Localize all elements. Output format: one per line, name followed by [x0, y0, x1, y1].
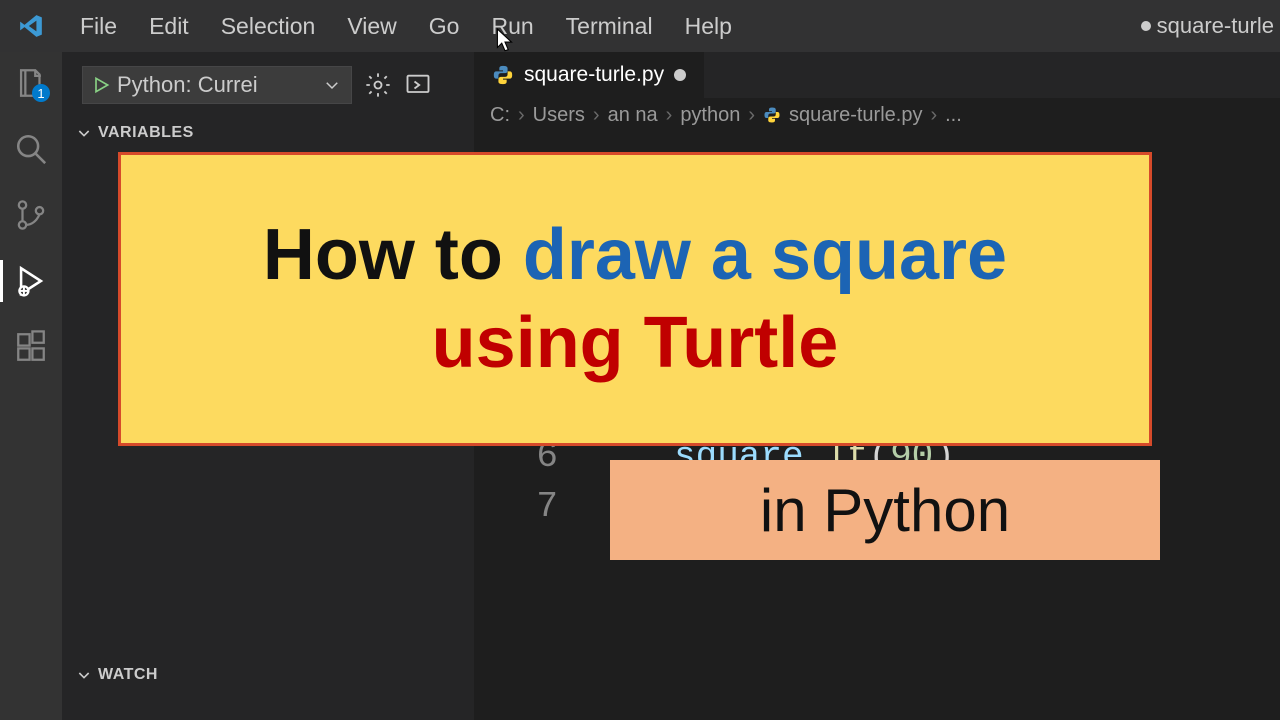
- breadcrumb-seg: python: [680, 104, 740, 127]
- activity-bar: 1: [0, 52, 62, 720]
- activity-extensions[interactable]: [14, 330, 48, 364]
- menu-file[interactable]: File: [64, 13, 133, 40]
- activity-search[interactable]: [14, 132, 48, 166]
- menu-bar: File Edit Selection View Go Run Terminal…: [64, 13, 748, 40]
- python-file-icon: [492, 64, 514, 86]
- debug-toolbar: Python: Currei: [62, 62, 474, 118]
- debug-alt-icon: [404, 71, 432, 99]
- debug-config-selector[interactable]: Python: Currei: [82, 66, 352, 104]
- overlay-text: draw a square: [523, 215, 1007, 295]
- breadcrumb[interactable]: C:› Users› an na› python› square-turle.p…: [474, 98, 1280, 132]
- gear-icon: [364, 71, 392, 99]
- play-icon: [91, 75, 111, 95]
- activity-run-debug[interactable]: [14, 264, 48, 298]
- debug-settings-button[interactable]: [364, 71, 392, 99]
- activity-source-control[interactable]: [14, 198, 48, 232]
- editor-tab-bar: square-turle.py: [474, 52, 1280, 98]
- window-title: square-turle: [1141, 13, 1280, 39]
- watch-section-header[interactable]: WATCH: [62, 660, 474, 690]
- vscode-logo-icon: [18, 13, 44, 39]
- python-file-icon: [763, 106, 781, 124]
- modified-dot-icon: [1141, 21, 1151, 31]
- variables-label: VARIABLES: [98, 124, 194, 142]
- overlay-subtitle-banner: in Python: [610, 460, 1160, 560]
- chevron-down-icon: [76, 125, 92, 141]
- menu-help[interactable]: Help: [669, 13, 748, 40]
- explorer-badge: 1: [32, 84, 50, 102]
- debug-config-label: Python: Currei: [117, 72, 317, 98]
- editor-tab-active[interactable]: square-turle.py: [474, 52, 704, 98]
- debug-console-button[interactable]: [404, 71, 432, 99]
- breadcrumb-seg: ...: [945, 104, 962, 127]
- variables-section-header[interactable]: VARIABLES: [62, 118, 474, 148]
- menu-view[interactable]: View: [331, 13, 412, 40]
- activity-explorer[interactable]: 1: [14, 66, 48, 100]
- watch-label: WATCH: [98, 666, 158, 684]
- dirty-indicator-icon: [674, 69, 686, 81]
- overlay-text: How to: [263, 215, 523, 295]
- menu-terminal[interactable]: Terminal: [550, 13, 669, 40]
- line-number: 7: [474, 482, 558, 532]
- overlay-text: in Python: [760, 476, 1010, 545]
- window-title-text: square-turle: [1157, 13, 1274, 39]
- chevron-down-icon: [323, 76, 341, 94]
- overlay-text: using Turtle: [432, 302, 839, 384]
- title-bar: File Edit Selection View Go Run Terminal…: [0, 0, 1280, 52]
- breadcrumb-seg: square-turle.py: [789, 104, 922, 127]
- menu-go[interactable]: Go: [413, 13, 476, 40]
- menu-selection[interactable]: Selection: [205, 13, 332, 40]
- menu-edit[interactable]: Edit: [133, 13, 205, 40]
- breadcrumb-seg: Users: [533, 104, 585, 127]
- breadcrumb-seg: C:: [490, 104, 510, 127]
- breadcrumb-seg: an na: [608, 104, 658, 127]
- overlay-title-banner: How to draw a square using Turtle: [118, 152, 1152, 446]
- menu-run[interactable]: Run: [475, 13, 549, 40]
- chevron-down-icon: [76, 667, 92, 683]
- tab-filename: square-turle.py: [524, 63, 664, 87]
